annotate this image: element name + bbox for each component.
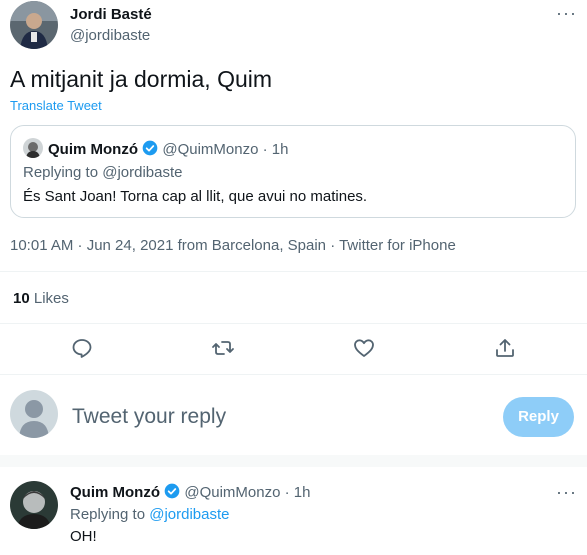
user-avatar-placeholder	[10, 390, 58, 438]
quoted-author-handle[interactable]: @QuimMonzo	[162, 141, 258, 158]
quoted-text: És Sant Joan! Torna cap al llit, que avu…	[23, 188, 368, 205]
author-handle[interactable]: @jordibaste	[70, 27, 150, 44]
share-icon[interactable]	[493, 336, 517, 360]
reply-text: OH!	[70, 528, 97, 545]
likes-label: Likes	[33, 290, 69, 307]
verified-icon	[142, 140, 158, 160]
tweet-timestamp[interactable]: 10:01 AM · Jun 24, 2021 from Barcelona, …	[10, 237, 456, 254]
likes-stat[interactable]: 10 Likes	[13, 290, 69, 307]
reply-avatar[interactable]	[10, 481, 58, 529]
avatar[interactable]	[10, 1, 58, 49]
author-name[interactable]: Jordi Basté	[70, 6, 152, 23]
reply-time[interactable]: · 1h	[285, 484, 311, 501]
quoted-avatar[interactable]	[23, 138, 43, 158]
reply-input[interactable]: Tweet your reply	[72, 405, 492, 429]
replying-to-label: Replying to	[70, 506, 146, 523]
more-icon[interactable]: ···	[556, 4, 577, 22]
reply-author-handle[interactable]: @QuimMonzo	[184, 484, 280, 501]
more-icon[interactable]: ···	[556, 483, 577, 501]
reply-replying-to: Replying to @jordibaste	[70, 506, 230, 523]
verified-icon	[164, 483, 180, 503]
reply-button[interactable]: Reply	[503, 397, 574, 437]
reply-author-name[interactable]: Quim Monzó	[70, 484, 160, 501]
quoted-replying-to: Replying to @jordibaste	[23, 164, 183, 181]
translate-tweet-link[interactable]: Translate Tweet	[10, 98, 102, 113]
tweet-text: A mitjanit ja dormia, Quim	[10, 66, 273, 92]
quoted-time[interactable]: · 1h	[263, 141, 289, 158]
replying-to-handle[interactable]: @jordibaste	[149, 506, 229, 523]
retweet-icon[interactable]	[211, 336, 235, 360]
reply-icon[interactable]	[70, 336, 94, 360]
quoted-author-name[interactable]: Quim Monzó	[48, 141, 138, 158]
like-icon[interactable]	[352, 336, 376, 360]
likes-count: 10	[13, 290, 30, 307]
